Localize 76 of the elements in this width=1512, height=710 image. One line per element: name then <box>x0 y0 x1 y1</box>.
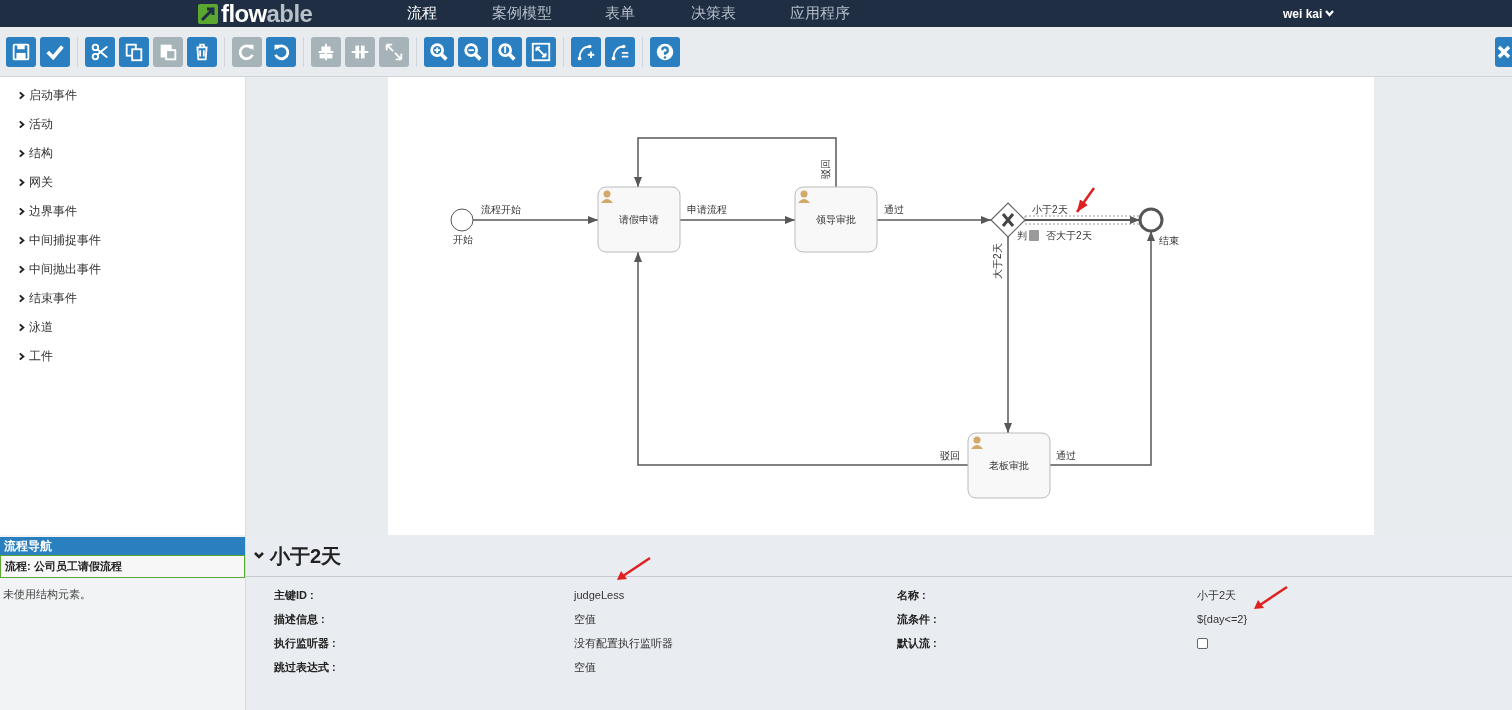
property-value[interactable]: ${day<=2} <box>1197 610 1248 628</box>
node-label: 开始 <box>453 234 473 245</box>
palette-group[interactable]: 工件 <box>29 347 53 365</box>
property-label: 执行监听器 : <box>274 635 336 651</box>
close-icon[interactable] <box>1497 45 1511 59</box>
user-icon <box>601 190 613 203</box>
flow-label: 驳回 <box>820 159 831 179</box>
sequence-flow[interactable]: 驳回 <box>634 137 837 188</box>
property-value[interactable]: 空值 <box>574 658 596 676</box>
flow-label: 流程开始 <box>481 204 521 215</box>
palette-group[interactable]: 中间抛出事件 <box>29 260 101 278</box>
sequence-flow[interactable]: 小于2天 <box>1024 204 1141 225</box>
task-label: 领导审批 <box>816 214 856 225</box>
chevron-icon[interactable] <box>18 90 26 100</box>
logo-icon <box>198 3 218 24</box>
chevron-icon[interactable] <box>18 177 26 187</box>
sequence-flow[interactable]: 大于2天 <box>992 236 1012 434</box>
palette-group[interactable]: 边界事件 <box>29 202 77 220</box>
property-value[interactable]: 空值 <box>574 610 596 628</box>
chevron-icon[interactable] <box>18 322 26 332</box>
empty-note: 未使用结构元素。 <box>2 587 92 602</box>
chevron-icon[interactable] <box>18 235 26 245</box>
nav-tab[interactable]: 应用程序 <box>790 0 850 27</box>
nav-tab[interactable]: 表单 <box>605 0 635 27</box>
palette-group[interactable]: 活动 <box>29 115 53 133</box>
panel-header: 流程导航 <box>0 537 245 555</box>
flow-label: 大于2天 <box>992 243 1003 279</box>
chevron-icon[interactable] <box>18 206 26 216</box>
property-label: 流条件 : <box>897 611 937 627</box>
nav-tab[interactable]: 决策表 <box>691 0 736 27</box>
property-value[interactable]: 小于2天 <box>1197 586 1237 604</box>
chevron-icon[interactable] <box>18 148 26 158</box>
chevron-down-icon[interactable] <box>254 551 264 560</box>
task-label: 请假申请 <box>619 214 659 225</box>
sequence-flow[interactable]: 驳回 <box>634 251 969 466</box>
sequence-flow[interactable]: 申请流程 <box>679 204 796 224</box>
palette-group[interactable]: 中间捕捉事件 <box>29 231 101 249</box>
sequence-flow[interactable]: 流程开始 <box>472 204 599 224</box>
palette-group[interactable]: 结束事件 <box>29 289 77 307</box>
chevron-icon[interactable] <box>18 293 26 303</box>
chevron-icon[interactable] <box>18 264 26 274</box>
chevron-icon[interactable] <box>18 119 26 129</box>
flow-label: 小于2天 <box>1032 204 1068 215</box>
property-label: 描述信息 : <box>274 611 325 627</box>
user-icon <box>798 190 810 203</box>
flow-label: 驳回 <box>940 450 960 461</box>
checkbox[interactable] <box>1197 637 1208 649</box>
node-label: 否大于2天 <box>1046 230 1092 241</box>
flow-label: 通过 <box>1056 450 1076 461</box>
palette-group[interactable]: 泳道 <box>29 318 53 336</box>
property-label: 名称 : <box>897 587 926 603</box>
properties-title: 小于2天 <box>270 543 342 569</box>
property-label: 主键ID : <box>274 587 314 603</box>
logo-text: flowable <box>221 1 313 26</box>
property-value[interactable]: 没有配置执行监听器 <box>574 634 673 652</box>
node-label: 判 <box>1017 230 1027 241</box>
palette-group[interactable]: 网关 <box>29 173 53 191</box>
property-label: 默认流 : <box>897 635 937 651</box>
flow-label: 申请流程 <box>687 204 727 215</box>
end-event <box>1138 207 1164 233</box>
property-label: 跳过表达式 : <box>274 659 336 675</box>
palette-group[interactable]: 结构 <box>29 144 53 162</box>
task-label: 老板审批 <box>989 460 1029 471</box>
chevron-icon[interactable] <box>18 351 26 361</box>
start-event <box>450 208 474 232</box>
sequence-flow[interactable]: 通过 <box>876 204 992 224</box>
palette-group[interactable]: 启动事件 <box>29 86 77 104</box>
property-value[interactable]: judgeLess <box>574 586 625 604</box>
node-label: 结束 <box>1159 235 1179 246</box>
user-icon <box>971 436 983 449</box>
close-button[interactable] <box>1495 37 1512 67</box>
user-menu[interactable]: wei kai <box>1283 4 1323 23</box>
flow-label: 通过 <box>884 204 904 215</box>
nav-tab[interactable]: 案例模型 <box>492 0 552 27</box>
navigator-item[interactable]: 流程: 公司员工请假流程 <box>0 555 245 578</box>
annotation-arrow <box>1075 187 1096 213</box>
